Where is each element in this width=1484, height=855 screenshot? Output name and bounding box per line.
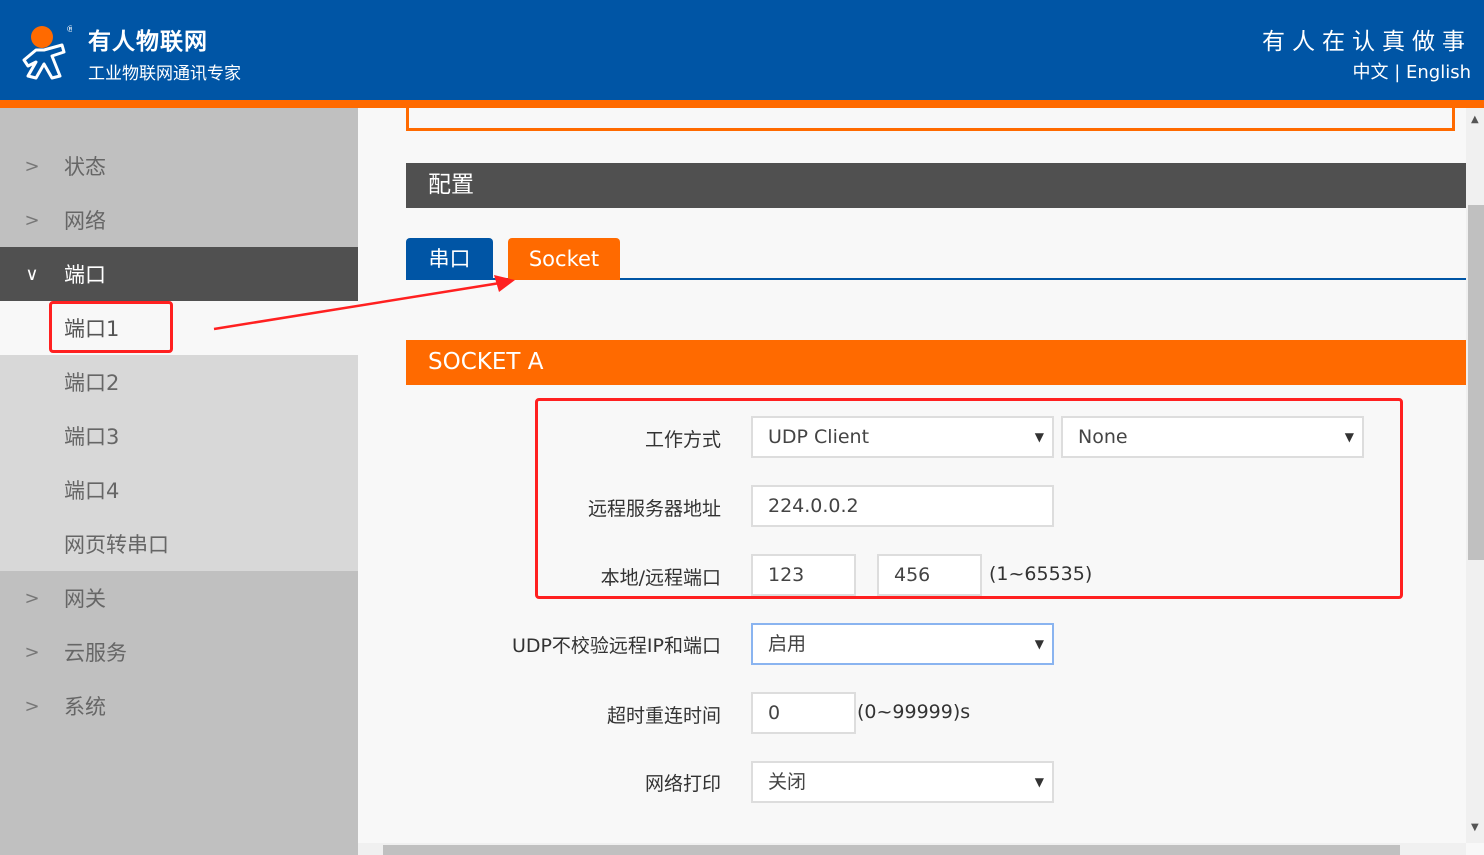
chevron-right-icon: > [24, 209, 40, 231]
udp-check-select[interactable]: 启用 [751, 623, 1054, 665]
timeout-input[interactable]: 0 [751, 692, 856, 734]
horizontal-scrollbar-thumb[interactable] [383, 845, 1400, 855]
net-print-label: 网络打印 [644, 773, 721, 795]
sidebar-item-port2[interactable]: 端口2 [0, 355, 358, 409]
sidebar-item-system[interactable]: > 系统 [0, 679, 358, 733]
sidebar-item-port[interactable]: ∨ 端口 [0, 247, 358, 301]
sidebar-item-label: 网关 [64, 587, 106, 611]
sidebar-item-label: 网页转串口 [64, 533, 169, 557]
chevron-down-icon: ∨ [25, 263, 39, 285]
scroll-up-arrow-icon[interactable]: ▲ [1471, 114, 1479, 125]
sidebar-item-label: 端口2 [64, 371, 120, 395]
brand-name: 有人物联网 [88, 29, 208, 55]
sidebar-item-label: 端口3 [64, 425, 120, 449]
tab-socket[interactable]: Socket [508, 238, 620, 280]
annotation-box-port1 [49, 301, 173, 353]
sidebar-item-label: 网络 [64, 209, 106, 233]
chevron-right-icon: > [24, 155, 40, 177]
chevron-right-icon: > [24, 641, 40, 663]
annotation-box-socket-settings [535, 398, 1403, 599]
sidebar-item-port4[interactable]: 端口4 [0, 463, 358, 517]
sidebar-item-status[interactable]: > 状态 [0, 139, 358, 193]
sidebar-item-cloud[interactable]: > 云服务 [0, 625, 358, 679]
slogan: 有人在认真做事 [1262, 29, 1472, 55]
lang-separator: | [1394, 62, 1401, 83]
tab-serial[interactable]: 串口 [406, 238, 493, 280]
sidebar-item-network[interactable]: > 网络 [0, 193, 358, 247]
chevron-right-icon: > [24, 695, 40, 717]
chevron-right-icon: > [24, 587, 40, 609]
logo-icon: ® [22, 25, 72, 80]
timeout-hint: (0~99999)s [857, 701, 971, 723]
config-title-bar: 配置 [406, 163, 1466, 208]
sidebar-item-port3[interactable]: 端口3 [0, 409, 358, 463]
net-print-select[interactable]: 关闭 [751, 761, 1054, 803]
sidebar-item-label: 状态 [64, 155, 106, 179]
sidebar-item-label: 云服务 [64, 641, 127, 665]
sidebar-item-web-to-serial[interactable]: 网页转串口 [0, 517, 358, 571]
language-switch: 中文 | English [1352, 58, 1471, 84]
sidebar: > 状态 > 网络 ∨ 端口 端口1 端口2 端口3 端口4 网页转串口 > 网关 > 云… [0, 108, 358, 855]
lang-english-link[interactable]: English [1406, 62, 1471, 83]
header: ® 有人物联网 工业物联网通讯专家 有人在认真做事 中文 | English [0, 0, 1484, 100]
previous-panel-box [406, 100, 1455, 131]
lang-chinese-link[interactable]: 中文 [1352, 62, 1388, 83]
socket-a-title-bar: SOCKET A [406, 340, 1466, 385]
sidebar-item-gateway[interactable]: > 网关 [0, 571, 358, 625]
svg-text:®: ® [66, 25, 72, 35]
scroll-down-arrow-icon[interactable]: ▼ [1471, 822, 1479, 833]
sidebar-item-label: 端口 [64, 263, 106, 287]
brand-subtitle: 工业物联网通讯专家 [88, 64, 241, 84]
sidebar-item-label: 系统 [64, 695, 106, 719]
vertical-scrollbar-thumb[interactable] [1468, 205, 1484, 560]
timeout-label: 超时重连时间 [606, 705, 721, 727]
sidebar-item-label: 端口4 [64, 479, 120, 503]
udp-check-label: UDP不校验远程IP和端口 [511, 635, 721, 657]
